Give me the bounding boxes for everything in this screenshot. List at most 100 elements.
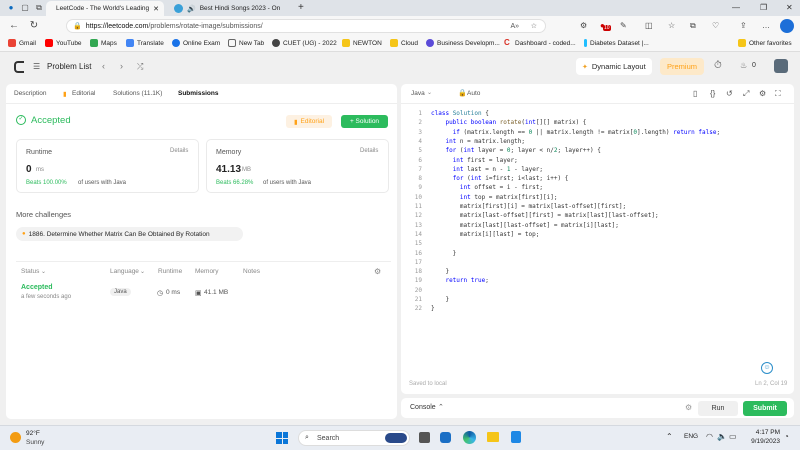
editorial-button[interactable]: ▮ Editorial <box>286 115 332 128</box>
submit-button[interactable]: Submit <box>743 401 787 416</box>
bookmark-dashboard[interactable]: C Dashboard - coded... <box>504 39 576 47</box>
task-view-icon[interactable] <box>419 432 430 443</box>
bookmark-gmail[interactable]: Gmail <box>8 39 36 47</box>
close-window-icon[interactable]: ✕ <box>786 3 793 12</box>
chevron-down-icon[interactable]: ⌄ <box>41 268 46 275</box>
code-line[interactable]: matrix[last-offset][first] = matrix[last… <box>431 212 659 219</box>
memory-details-link[interactable]: Details <box>360 148 378 154</box>
share-icon[interactable]: ⇪ <box>740 21 747 30</box>
collections-icon[interactable]: ⧉ <box>690 21 696 31</box>
runtime-card[interactable]: Runtime Details 0 ms Beats 100.00% of us… <box>16 139 199 193</box>
auto-mode-label[interactable]: Auto <box>467 90 480 97</box>
code-line[interactable]: matrix[i][last] = top; <box>431 231 539 238</box>
tab-submissions[interactable]: Submissions <box>178 90 218 97</box>
leetcode-logo-icon[interactable] <box>14 61 24 73</box>
favorites-icon[interactable]: ☆ <box>668 21 675 30</box>
chevron-up-icon[interactable]: ⌃ <box>666 432 673 441</box>
speaker-icon[interactable]: 🔊 <box>187 5 196 13</box>
code-line[interactable]: int top = matrix[first][i]; <box>431 194 558 201</box>
read-aloud-icon[interactable]: A» <box>510 23 519 30</box>
bookmark-cuet[interactable]: CUET (UG) - 2022 <box>272 39 337 47</box>
code-line[interactable]: return true; <box>431 277 488 284</box>
browser-tab-songs[interactable]: 🔊 Best Hindi Songs 2023 - On <box>168 1 296 16</box>
tab-actions-icon[interactable]: ⧉ <box>34 3 44 13</box>
code-line[interactable]: matrix[last][last-offset] = matrix[i][la… <box>431 222 619 229</box>
file-explorer-icon[interactable] <box>487 432 499 442</box>
row-status[interactable]: Accepted <box>21 284 53 291</box>
windows-start-icon[interactable] <box>276 432 288 444</box>
code-line[interactable]: public boolean rotate(int[][] matrix) { <box>431 119 586 126</box>
battery-icon[interactable]: ▭ <box>729 432 737 441</box>
code-line[interactable]: } <box>431 268 449 275</box>
bookmark-newton[interactable]: NEWTON <box>342 39 382 47</box>
code-line[interactable]: matrix[first][i] = matrix[last-offset][f… <box>431 203 626 210</box>
runtime-details-link[interactable]: Details <box>170 148 188 154</box>
col-status[interactable]: Status <box>21 268 39 275</box>
bookmark-maps[interactable]: Maps <box>90 39 117 47</box>
profile-icon[interactable]: ● <box>6 3 16 13</box>
close-tab-icon[interactable]: ✕ <box>153 5 159 13</box>
notifications-bell-icon[interactable]: ◔ <box>784 432 789 441</box>
chevron-up-icon[interactable]: ⌃ <box>438 403 444 411</box>
teams-icon[interactable] <box>440 432 451 443</box>
new-tab-button[interactable]: + <box>298 2 304 13</box>
bing-copilot-icon[interactable] <box>780 19 794 33</box>
language-indicator[interactable]: ENG <box>684 433 698 440</box>
back-icon[interactable]: ← <box>8 20 20 31</box>
volume-icon[interactable]: 🔈 <box>717 432 727 441</box>
bookmark-other-favorites[interactable]: Other favorites <box>738 39 792 47</box>
bookmark-online-exam[interactable]: Online Exam <box>172 39 220 47</box>
braces-icon[interactable]: {} <box>710 89 715 98</box>
challenge-chip[interactable]: ● 1886. Determine Whether Matrix Can Be … <box>16 227 243 241</box>
col-language[interactable]: Language <box>110 268 139 275</box>
code-line[interactable]: } <box>431 296 449 303</box>
chevron-down-icon[interactable]: ⌄ <box>140 268 145 275</box>
code-editor[interactable]: 1 class Solution {2 public boolean rotate… <box>401 106 794 376</box>
premium-button[interactable]: Premium <box>660 58 704 75</box>
tab-description[interactable]: Description <box>14 90 47 97</box>
code-line[interactable]: int last = n - 1 - layer; <box>431 166 543 173</box>
code-line[interactable]: if (matrix.length == 0 || matrix.length … <box>431 129 720 136</box>
clock-date[interactable]: 9/19/2023 <box>742 438 780 445</box>
bookmark-new-tab[interactable]: New Tab <box>228 39 264 47</box>
bookmark-youtube[interactable]: YouTube <box>45 39 82 47</box>
gear-icon[interactable]: ⚙ <box>685 403 692 412</box>
settings-gear-icon[interactable]: ⚙ <box>374 267 381 276</box>
bookmark-translate[interactable]: Translate <box>126 39 164 47</box>
clock-time[interactable]: 4:17 PM <box>748 429 780 436</box>
solution-button[interactable]: + Solution <box>341 115 388 128</box>
user-avatar[interactable] <box>774 59 788 73</box>
minimize-icon[interactable]: — <box>732 3 740 12</box>
sun-weather-icon[interactable] <box>10 432 21 443</box>
settings-icon[interactable]: ⚙ <box>759 89 766 98</box>
memory-card[interactable]: Memory Details 41.13 MB Beats 66.28% of … <box>206 139 389 193</box>
code-line[interactable]: int offset = i - first; <box>431 184 543 191</box>
code-line[interactable]: int first = layer; <box>431 157 518 164</box>
bookmark-icon[interactable]: ▯ <box>693 89 697 98</box>
browser-essentials-icon[interactable]: ♡ <box>712 21 719 30</box>
favorite-star-icon[interactable]: ☆ <box>531 22 537 30</box>
lock-icon[interactable]: 🔒 <box>73 22 82 30</box>
dynamic-layout-button[interactable]: ✦ Dynamic Layout <box>576 58 652 75</box>
chat-icon[interactable]: ☺ <box>761 362 773 374</box>
chevron-down-icon[interactable]: ⌄ <box>427 89 432 96</box>
problem-list-link[interactable]: Problem List <box>47 62 91 71</box>
bookmark-business[interactable]: Business Developm... <box>426 39 500 47</box>
code-line[interactable]: } <box>431 250 457 257</box>
bookmark-cloud[interactable]: Cloud <box>390 39 418 47</box>
workspaces-icon[interactable]: ▢ <box>20 3 30 13</box>
console-toggle[interactable]: Console <box>410 404 436 411</box>
timer-icon[interactable]: ⏱ <box>714 60 722 71</box>
edge-icon[interactable] <box>463 431 476 444</box>
browser-tab-leetcode[interactable]: LeetCode - The World's Leading ✕ <box>46 1 164 16</box>
taskbar-search[interactable]: ⌕ Search <box>298 430 410 446</box>
code-line[interactable]: for (int layer = 0; layer < n/2; layer++… <box>431 147 600 154</box>
store-icon[interactable] <box>511 431 521 443</box>
puzzle-icon[interactable]: ✎ <box>620 21 627 30</box>
prev-problem-icon[interactable]: ‹ <box>102 61 105 71</box>
tab-editorial[interactable]: Editorial <box>72 90 95 97</box>
fullscreen-icon[interactable]: ⤢ <box>743 89 749 99</box>
streak-icon[interactable]: ♨ <box>740 61 747 70</box>
split-screen-icon[interactable]: ◫ <box>645 21 653 30</box>
code-line[interactable]: class Solution { <box>431 110 489 117</box>
